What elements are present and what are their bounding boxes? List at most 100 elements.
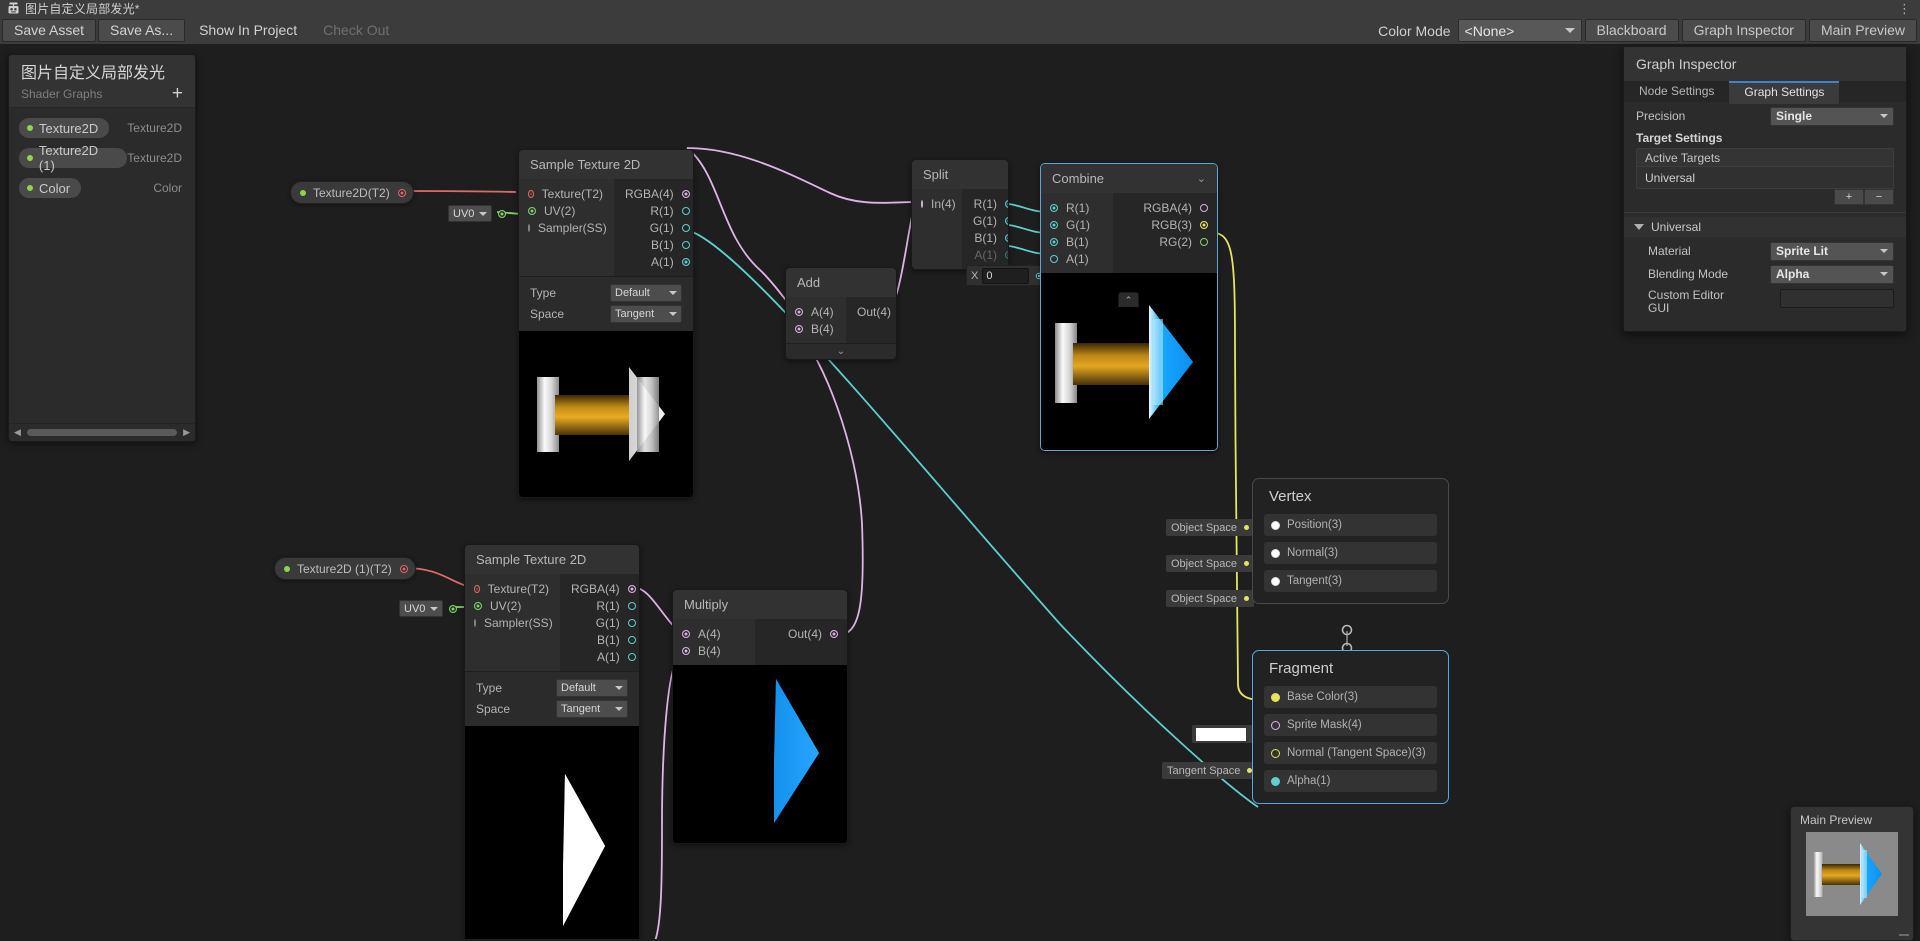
space-dropdown[interactable]: Tangent [556, 700, 628, 718]
output-port-b[interactable]: B(1) [962, 229, 1008, 246]
output-port-rgba[interactable]: RGBA(4) [560, 580, 639, 597]
output-port-a[interactable]: A(1) [614, 253, 693, 270]
color-mode-dropdown[interactable]: <None> [1457, 19, 1582, 42]
input-port-sampler[interactable]: Sampler(SS) [465, 614, 560, 631]
main-preview-panel[interactable]: Main Preview [1790, 806, 1914, 941]
combine-collapse-tab[interactable]: ⌃ [1118, 292, 1139, 307]
output-port-rgb[interactable]: RGB(3) [1113, 216, 1217, 233]
port-dot-icon[interactable] [1271, 748, 1280, 758]
window-menu-icon[interactable]: ⋮ [1898, 1, 1912, 17]
precision-dropdown[interactable]: Single [1770, 106, 1894, 126]
input-port-a[interactable]: A(4) [786, 303, 846, 320]
show-in-project-button[interactable]: Show In Project [187, 19, 309, 42]
tab-graph-settings[interactable]: Graph Settings [1729, 81, 1840, 104]
property-pill[interactable]: Texture2D [19, 118, 110, 138]
uv-node-top[interactable]: UV0 [448, 205, 507, 222]
output-port-rgba[interactable]: RGBA(4) [614, 185, 693, 202]
port-dot-icon[interactable] [1271, 720, 1280, 730]
uv-node-bottom[interactable]: UV0 [399, 600, 458, 617]
block-alpha[interactable]: Alpha(1) [1264, 770, 1437, 792]
output-port-rgba[interactable]: RGBA(4) [1113, 199, 1217, 216]
add-target-button[interactable]: + [1834, 189, 1864, 205]
port-dot-icon[interactable] [1271, 520, 1280, 530]
block-normal[interactable]: Normal(3) [1264, 542, 1437, 564]
setting-space[interactable]: Space Tangent [519, 304, 693, 324]
blackboard-scrollbar[interactable]: ◀ ▶ [9, 423, 195, 441]
node-add[interactable]: Add A(4) B(4) Out(4) ⌄ [785, 267, 897, 360]
active-target-item-universal[interactable]: Universal [1637, 167, 1893, 188]
output-port-out[interactable]: Out(4) [846, 303, 896, 320]
input-port-b[interactable]: B(4) [673, 642, 755, 659]
expand-preview-button[interactable]: ⌄ [786, 343, 896, 359]
vertex-position-space-chip[interactable]: Object Space [1166, 519, 1255, 536]
output-port-a[interactable]: A(1) [962, 246, 1008, 263]
block-normal-tangent[interactable]: Normal (Tangent Space)(3) [1264, 742, 1437, 764]
block-base-color[interactable]: Base Color(3) [1264, 686, 1437, 708]
setting-type[interactable]: Type Default [465, 678, 639, 698]
graph-inspector-toggle-button[interactable]: Graph Inspector [1681, 19, 1806, 42]
list-item[interactable]: Texture2D (1) Texture2D [19, 143, 185, 173]
combine-a-input[interactable]: 0 [982, 267, 1030, 284]
remove-target-button[interactable]: − [1864, 189, 1894, 205]
port-dot-icon[interactable] [1271, 692, 1280, 702]
precision-row[interactable]: Precision Single [1624, 106, 1906, 126]
block-position[interactable]: Position(3) [1264, 514, 1437, 536]
blending-mode-row[interactable]: Blending Mode Alpha [1624, 264, 1906, 284]
universal-section-header[interactable]: Universal [1624, 217, 1906, 237]
input-port-b[interactable]: B(1) [1041, 233, 1113, 250]
list-item[interactable]: Color Color [19, 178, 185, 198]
output-port-texture[interactable] [397, 188, 406, 197]
input-port-texture[interactable]: Texture(T2) [465, 580, 560, 597]
material-row[interactable]: Material Sprite Lit [1624, 241, 1906, 261]
node-combine[interactable]: Combine ⌄ R(1) G(1) B(1) A(1) RGBA(4) RG… [1040, 163, 1218, 451]
blackboard-toggle-button[interactable]: Blackboard [1584, 19, 1679, 42]
scroll-thumb[interactable] [26, 429, 178, 436]
input-port-a[interactable]: A(1) [1041, 250, 1113, 267]
port-dot-icon[interactable] [1271, 548, 1280, 558]
uv-channel-dropdown[interactable]: UV0 [399, 600, 444, 617]
space-dropdown[interactable]: Tangent [610, 305, 682, 323]
sprite-mask-color-swatch[interactable] [1196, 727, 1246, 741]
custom-editor-gui-input[interactable] [1780, 289, 1894, 308]
blackboard-panel[interactable]: 图片自定义局部发光 Shader Graphs + Texture2D Text… [8, 54, 196, 442]
setting-type[interactable]: Type Default [519, 283, 693, 303]
blending-mode-dropdown[interactable]: Alpha [1770, 264, 1894, 284]
node-multiply[interactable]: Multiply A(4) B(4) Out(4) [672, 589, 848, 844]
output-port-g[interactable]: G(1) [560, 614, 639, 631]
type-dropdown[interactable]: Default [610, 284, 682, 302]
master-stack-vertex[interactable]: Vertex Position(3) Normal(3) Tangent(3) [1252, 478, 1449, 604]
output-port-r[interactable]: R(1) [560, 597, 639, 614]
input-port-uv[interactable]: UV(2) [519, 202, 614, 219]
node-split[interactable]: Split In(4) R(1) G(1) B(1) A(1) [911, 159, 1009, 270]
input-port-b[interactable]: B(4) [786, 320, 846, 337]
chevron-down-icon[interactable]: ⌄ [1197, 172, 1206, 185]
graph-inspector-panel[interactable]: Graph Inspector Node Settings Graph Sett… [1623, 46, 1907, 332]
property-node-texture2d-1[interactable]: Texture2D (1)(T2) [274, 557, 416, 580]
input-port-sampler[interactable]: Sampler(SS) [519, 219, 614, 236]
input-port-g[interactable]: G(1) [1041, 216, 1113, 233]
output-port-r[interactable]: R(1) [962, 195, 1008, 212]
scroll-right-icon[interactable]: ▶ [178, 427, 195, 438]
block-tangent[interactable]: Tangent(3) [1264, 570, 1437, 592]
output-port-rg[interactable]: RG(2) [1113, 233, 1217, 250]
node-sample-texture-2d-2[interactable]: Sample Texture 2D Texture(T2) UV(2) Samp… [464, 544, 640, 939]
input-port-texture[interactable]: Texture(T2) [519, 185, 614, 202]
input-port-in[interactable]: In(4) [912, 195, 962, 212]
property-pill[interactable]: Color [19, 178, 82, 198]
output-port-b[interactable]: B(1) [560, 631, 639, 648]
fragment-normal-space-chip[interactable]: Tangent Space [1162, 762, 1258, 779]
setting-space[interactable]: Space Tangent [465, 699, 639, 719]
list-item[interactable]: Texture2D Texture2D [19, 118, 185, 138]
port-dot-icon[interactable] [1271, 576, 1280, 586]
scroll-left-icon[interactable]: ◀ [9, 427, 26, 438]
input-port-a[interactable]: A(4) [673, 625, 755, 642]
main-preview-toggle-button[interactable]: Main Preview [1808, 19, 1917, 42]
port-dot-icon[interactable] [1271, 776, 1280, 786]
vertex-tangent-space-chip[interactable]: Object Space [1166, 590, 1255, 607]
output-port-uv[interactable] [498, 209, 507, 218]
output-port-g[interactable]: G(1) [614, 219, 693, 236]
main-preview-image[interactable] [1806, 832, 1898, 916]
master-stack-fragment[interactable]: Fragment Base Color(3) Sprite Mask(4) No… [1252, 650, 1449, 804]
node-sample-texture-2d-1[interactable]: Sample Texture 2D Texture(T2) UV(2) Samp… [518, 149, 694, 498]
output-port-out[interactable]: Out(4) [755, 625, 847, 642]
